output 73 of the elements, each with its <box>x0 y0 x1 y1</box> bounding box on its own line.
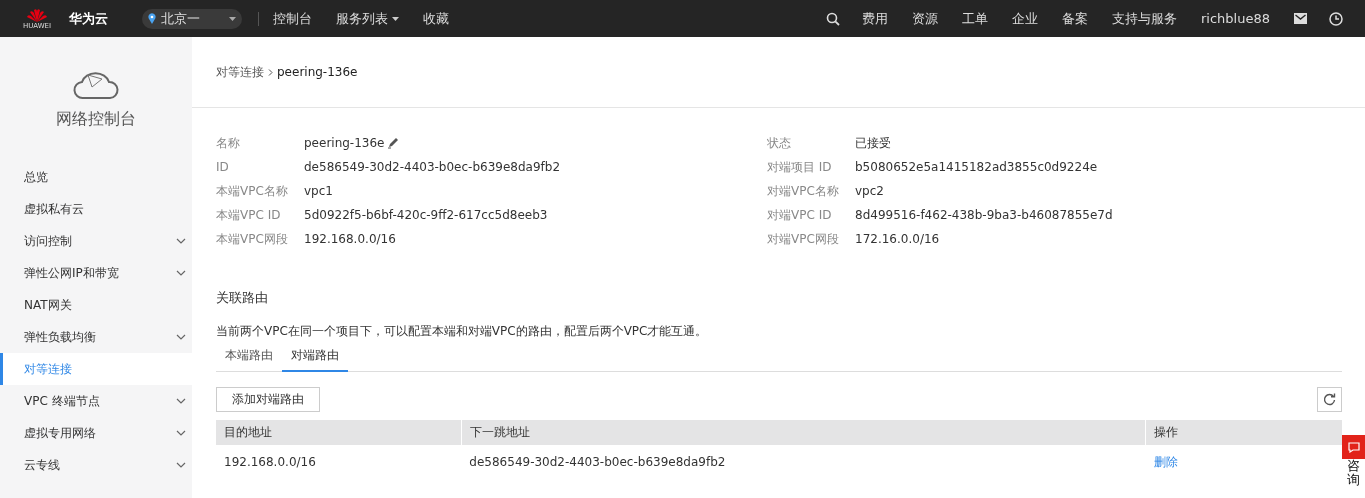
user-menu[interactable]: richblue88 <box>1201 11 1270 26</box>
sidebar-item[interactable]: 对等连接 <box>0 353 192 385</box>
tab[interactable]: 本端路由 <box>216 342 282 372</box>
detail-label: 对端VPC ID <box>767 206 833 224</box>
nav-link[interactable]: 控制台 <box>273 9 312 28</box>
nav-link[interactable]: 支持与服务 <box>1112 9 1177 28</box>
nav-link[interactable]: 服务列表 <box>336 9 399 28</box>
detail-value: 已接受 <box>855 134 891 152</box>
detail-label: 对端VPC名称 <box>767 182 840 200</box>
detail-label: 本端VPC名称 <box>216 182 289 200</box>
detail-value: vpc2 <box>855 184 884 198</box>
sidebar-item[interactable]: VPC 终端节点 <box>0 385 192 417</box>
nav-link[interactable]: 收藏 <box>423 9 449 28</box>
section-title: 关联路由 <box>216 289 269 307</box>
detail-value: peering-136e <box>304 136 385 150</box>
chevron-down-icon <box>176 462 186 468</box>
detail-label: 对端VPC网段 <box>767 230 840 248</box>
chevron-down-icon <box>176 398 186 404</box>
description-text: 当前两个VPC在同一个项目下，可以配置本端和对端VPC的路由，配置后两个VPC才能互通。 <box>216 323 709 340</box>
detail-label: 名称 <box>216 134 241 152</box>
sidebar-item[interactable]: 虚拟专用网络 <box>0 417 192 449</box>
add-route-button[interactable]: 添加对端路由 <box>216 387 320 412</box>
sidebar-item[interactable]: 虚拟私有云 <box>0 193 192 225</box>
chevron-down-icon <box>176 270 186 276</box>
pencil-icon[interactable] <box>386 137 399 149</box>
brand-name[interactable]: 华为云 <box>69 9 108 28</box>
column-header: 下一跳地址 <box>461 420 1146 445</box>
sidebar-item[interactable]: 弹性公网IP和带宽 <box>0 257 192 289</box>
location-pin-icon <box>148 13 156 24</box>
clock-icon[interactable] <box>1329 11 1343 26</box>
caret-icon <box>392 16 399 21</box>
sidebar-item[interactable]: 云专线 <box>0 449 192 481</box>
detail-value: de586549-30d2-4403-b0ec-b639e8da9fb2 <box>304 160 561 174</box>
chevron-down-icon <box>176 430 186 436</box>
sidebar-item[interactable]: 总览 <box>0 161 192 193</box>
nav-link[interactable]: 备案 <box>1062 9 1088 28</box>
refresh-button[interactable] <box>1317 387 1342 412</box>
sidebar-item[interactable]: NAT网关 <box>0 289 192 321</box>
sidebar-item[interactable]: 访问控制 <box>0 225 192 257</box>
chevron-down-icon <box>176 334 186 340</box>
detail-label: 对端项目 ID <box>767 158 833 176</box>
nav-link[interactable]: 资源 <box>912 9 938 28</box>
tab[interactable]: 对端路由 <box>282 342 348 372</box>
column-header: 目的地址 <box>216 420 462 445</box>
chevron-right-icon <box>268 68 273 76</box>
detail-value: 172.16.0.0/16 <box>855 232 940 246</box>
table-cell: 192.168.0.0/16 <box>216 445 462 479</box>
refresh-icon <box>1323 393 1336 406</box>
detail-value: 8d499516-f462-438b-9ba3-b46087855e7d <box>855 208 1113 222</box>
sidebar-item[interactable]: 弹性负载均衡 <box>0 321 192 353</box>
nav-link[interactable]: 企业 <box>1012 9 1038 28</box>
detail-label: 状态 <box>767 134 792 152</box>
console-title: 网络控制台 <box>56 109 136 130</box>
nav-link[interactable]: 费用 <box>862 9 888 28</box>
detail-value: 192.168.0.0/16 <box>304 232 396 246</box>
detail-label: 本端VPC网段 <box>216 230 289 248</box>
mail-icon[interactable] <box>1294 13 1307 24</box>
logo-icon <box>26 7 48 22</box>
nav-link[interactable]: 工单 <box>962 9 988 28</box>
detail-label: ID <box>216 160 230 174</box>
column-header: 操作 <box>1145 420 1342 445</box>
delete-link[interactable]: 删除 <box>1153 454 1178 469</box>
region-selector[interactable]: 北京一 <box>142 8 242 29</box>
search-icon[interactable] <box>826 11 840 26</box>
detail-label: 本端VPC ID <box>216 206 282 224</box>
breadcrumb-current: peering-136e <box>277 65 358 79</box>
chevron-down-icon <box>176 238 186 244</box>
detail-value: 5d0922f5-b6bf-420c-9ff2-617cc5d8eeb3 <box>304 208 548 222</box>
table-cell: de586549-30d2-4403-b0ec-b639e8da9fb2 <box>461 445 1146 479</box>
caret-icon <box>229 16 236 21</box>
detail-value: vpc1 <box>304 184 333 198</box>
breadcrumb-link[interactable]: 对等连接 <box>216 63 264 81</box>
detail-value: b5080652e5a1415182ad3855c0d9224e <box>855 160 1098 174</box>
